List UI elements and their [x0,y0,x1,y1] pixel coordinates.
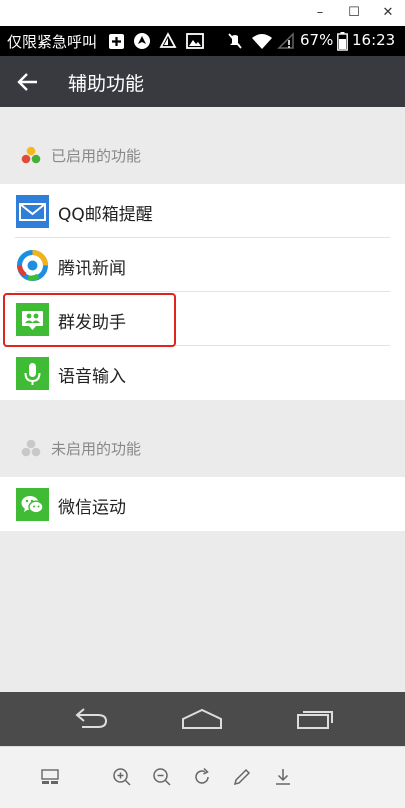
qq-mail-icon [16,195,49,228]
list-item-label: 语音输入 [58,367,126,387]
screen: – ☐ ✕ 仅限紧急呼叫 67% 16:23 辅助功能 已启用的功能 QQ邮箱提… [0,0,405,808]
add-box-icon [107,31,125,51]
edit-button[interactable] [230,765,254,789]
nav-home-button[interactable] [172,702,232,736]
features-gray-dots-icon [21,439,41,457]
nav-recents-button[interactable] [286,702,346,736]
zoom-out-button[interactable] [150,765,174,789]
close-button[interactable]: ✕ [378,3,398,23]
nav-back-button[interactable] [60,702,120,736]
download-button[interactable] [271,765,295,789]
enabled-feature-list: QQ邮箱提醒 腾讯新闻 群发助手 语音输入 [0,184,405,400]
zoom-out-icon [153,768,171,786]
clock: 16:23 [352,31,396,49]
nav-back-icon [75,708,108,728]
maximize-button[interactable]: ☐ [344,3,364,23]
back-button[interactable] [10,64,46,100]
tencent-news-icon [17,250,48,281]
no-signal-icon [276,31,296,51]
list-item-wechat-sport[interactable]: 微信运动 [0,477,405,531]
features-color-dots-icon [21,146,41,164]
battery-icon [336,31,348,51]
app-toolbar: 辅助功能 [0,56,405,107]
carrier-text: 仅限紧急呼叫 [7,33,98,51]
layout-icon [41,769,59,784]
list-item-label: 微信运动 [58,498,126,518]
mute-icon [225,31,245,51]
list-item-tencent-news[interactable]: 腾讯新闻 [0,238,405,292]
zoom-in-icon [113,768,131,786]
wechat-sport-icon [16,488,49,521]
battery-percent: 67% [300,31,334,49]
layout-tool-button[interactable] [38,765,62,789]
image-icon [185,31,205,51]
enabled-section-header: 已启用的功能 [0,135,405,175]
list-item-voice-input[interactable]: 语音输入 [0,346,405,400]
download-icon [276,769,290,785]
list-item-label: 腾讯新闻 [58,259,126,279]
voice-input-icon [16,357,49,390]
viewer-toolbar [0,746,405,808]
back-arrow-icon [17,73,37,91]
nav-home-icon [182,708,222,729]
window-titlebar: – ☐ ✕ [0,0,405,26]
wifi-icon [250,31,274,51]
status-bar: 仅限紧急呼叫 67% 16:23 [0,26,405,56]
android-nav-bar [0,692,405,746]
list-item-qq-mail[interactable]: QQ邮箱提醒 [0,184,405,238]
list-item-label: 群发助手 [58,313,126,333]
list-item-label: QQ邮箱提醒 [58,205,153,225]
rotate-icon [195,767,209,784]
nav-recents-icon [297,711,333,729]
list-item-mass-send[interactable]: 群发助手 [0,292,405,346]
mass-send-icon [16,303,49,336]
minimize-button[interactable]: – [310,3,330,23]
page-title: 辅助功能 [68,73,145,95]
disabled-section-title: 未启用的功能 [51,440,142,458]
pencil-icon [233,768,251,786]
rotate-button[interactable] [190,765,214,789]
enabled-section-title: 已启用的功能 [51,147,142,165]
disabled-section-header: 未启用的功能 [0,428,405,468]
warning-sail-icon [158,31,178,51]
disabled-feature-list: 微信运动 [0,477,405,531]
zoom-in-button[interactable] [110,765,134,789]
navigation-icon [132,31,152,51]
